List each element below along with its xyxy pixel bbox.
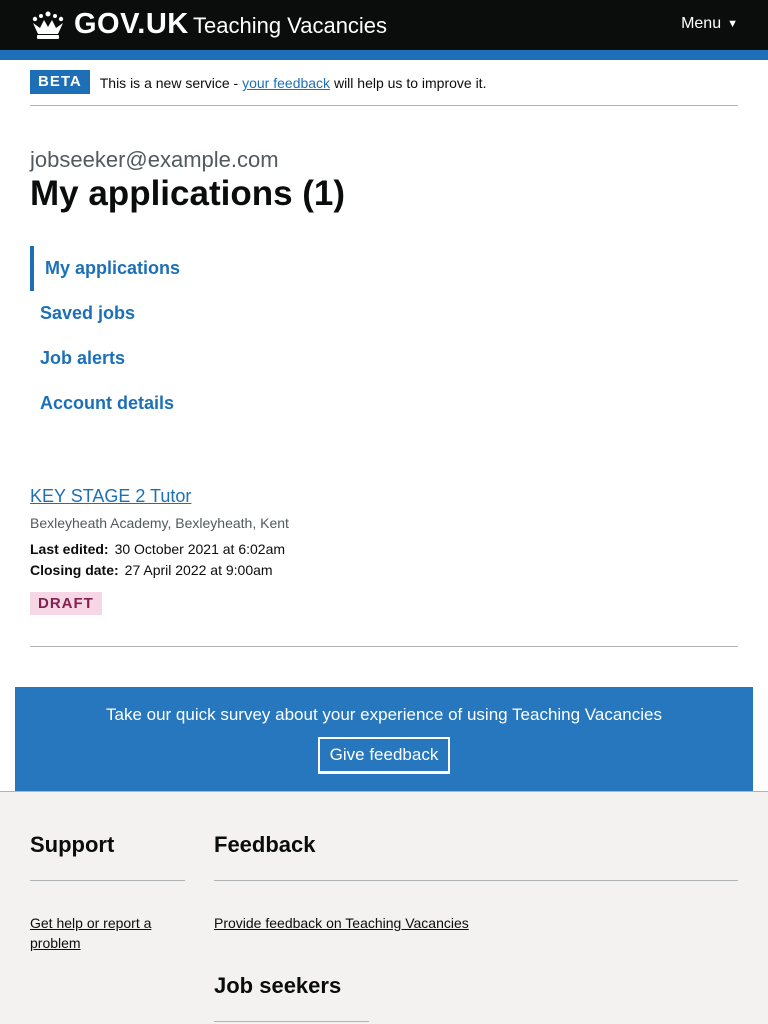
status-badge: DRAFT [30,592,102,615]
menu-label: Menu [681,15,722,32]
subnav-item-my-applications: My applications [30,246,180,291]
footer-help-link[interactable]: Get help or report a problem [30,913,185,953]
footer-feedback-heading: Feedback [214,832,316,857]
application-location: Bexleyheath Academy, Bexleyheath, Kent [30,515,289,531]
phase-text-after: will help us to improve it. [330,75,487,91]
footer-divider [30,880,185,881]
header-blue-bar [0,50,768,60]
menu-button[interactable]: Menu ▼ [681,15,738,33]
subnav-item-saved-jobs: Saved jobs [30,291,180,336]
site-footer: Support Get help or report a problem Fee… [0,791,768,1024]
page-title: My applications (1) [30,174,346,213]
footer-feedback-link[interactable]: Provide feedback on Teaching Vacancies [214,913,738,933]
footer-job-seekers-heading: Job seekers [214,973,342,998]
phase-banner: BETA This is a new service - your feedba… [30,70,738,106]
footer-divider [214,880,738,881]
footer-support-section: Support Get help or report a problem [30,832,185,953]
survey-banner: Take our quick survey about your experie… [15,687,753,791]
last-edited-label: Last edited: [30,541,109,557]
account-subnav: My applications Saved jobs Job alerts Ac… [30,246,180,426]
beta-tag: BETA [30,70,90,94]
phase-banner-text: This is a new service - your feedback wi… [100,75,487,91]
account-email-caption: jobseeker@example.com [30,147,279,172]
application-card: KEY STAGE 2 Tutor Bexleyheath Academy, B… [30,486,738,647]
govuk-logo-link[interactable]: GOV.UK [30,8,189,41]
footer-feedback-section: Feedback Provide feedback on Teaching Va… [214,832,738,933]
feedback-link[interactable]: your feedback [242,75,330,91]
subnav-item-account-details: Account details [30,381,180,426]
subnav-link-account-details[interactable]: Account details [30,381,180,426]
caret-down-icon: ▼ [727,18,738,30]
give-feedback-button[interactable]: Give feedback [317,737,451,774]
closing-date-row: Closing date: 27 April 2022 at 9:00am [30,562,738,578]
crown-icon [32,11,64,39]
subnav-link-job-alerts[interactable]: Job alerts [30,336,180,381]
site-header: GOV.UK Teaching Vacancies Menu ▼ [0,0,768,50]
last-edited-value: 30 October 2021 at 6:02am [114,541,286,557]
survey-text: Take our quick survey about your experie… [106,705,662,724]
phase-text-before: This is a new service - [99,75,243,91]
subnav-link-my-applications[interactable]: My applications [34,246,180,291]
govuk-logo-text: GOV.UK [74,8,189,40]
footer-support-heading: Support [30,832,115,857]
closing-date-value: 27 April 2022 at 9:00am [124,562,273,578]
closing-date-label: Closing date: [30,562,119,578]
application-title-link[interactable]: KEY STAGE 2 Tutor [30,486,191,507]
subnav-link-saved-jobs[interactable]: Saved jobs [30,291,180,336]
service-name-link[interactable]: Teaching Vacancies [193,13,387,39]
footer-job-seekers-section: Job seekers [214,973,369,1022]
subnav-item-job-alerts: Job alerts [30,336,180,381]
footer-divider [214,1021,369,1022]
last-edited-row: Last edited: 30 October 2021 at 6:02am [30,541,738,557]
